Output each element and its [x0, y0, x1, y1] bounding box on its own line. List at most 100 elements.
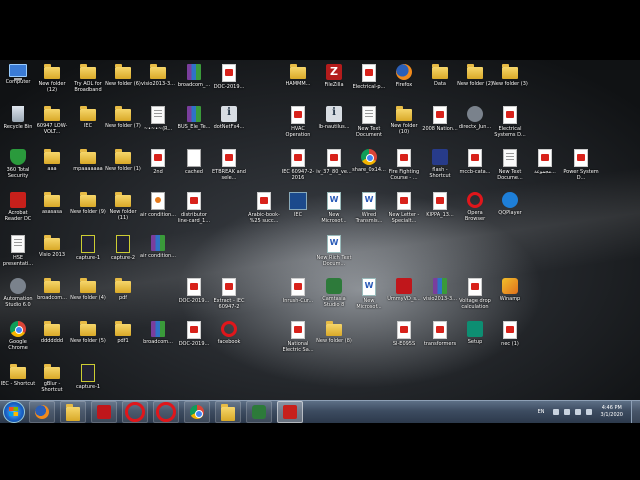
desktop-icon[interactable]: Setup — [457, 321, 493, 361]
desktop-icon[interactable]: Arabic-book-%25 succ... — [246, 192, 282, 232]
desktop-icon[interactable]: Inrush-Cur... — [280, 278, 316, 318]
desktop-icon[interactable]: FileZilla — [316, 64, 352, 104]
clock[interactable]: 4:46 PM 3/1/2020 — [601, 405, 623, 419]
desktop-icon[interactable]: flash - Shortcut — [422, 149, 458, 189]
taskbar-app-acrobat[interactable] — [277, 401, 303, 423]
desktop-icon[interactable]: HAMMM... — [280, 64, 316, 104]
desktop-icon[interactable]: facebook — [211, 321, 247, 361]
desktop-icon[interactable]: Camtasia Studio 8 — [316, 278, 352, 318]
desktop-icon[interactable]: New folder (9) — [70, 192, 106, 232]
desktop-icon[interactable]: New folder (4) — [70, 278, 106, 318]
desktop-icon[interactable]: DOC-2019... — [176, 278, 212, 318]
taskbar-app-folder-window[interactable] — [215, 401, 241, 423]
desktop-icon[interactable]: Computer — [0, 64, 36, 104]
desktop-icon[interactable]: asasasa — [34, 192, 70, 232]
desktop-icon[interactable]: QQPlayer — [492, 192, 528, 232]
desktop-icon[interactable]: visio2013-3... — [422, 278, 458, 318]
desktop-icon[interactable]: National Electric Sa... — [280, 321, 316, 361]
desktop-icon[interactable]: Google Chrome — [0, 321, 36, 361]
desktop-icon[interactable]: share_0x14... — [351, 149, 387, 189]
desktop-icon[interactable]: New Text Docume... — [492, 149, 528, 189]
desktop-icon[interactable]: dotNetFx4... — [211, 106, 247, 146]
desktop-icon[interactable]: cached — [176, 149, 212, 189]
desktop-icon[interactable]: broadcom... — [140, 321, 176, 361]
desktop-icon[interactable]: broadcom... — [34, 278, 70, 318]
desktop-icon[interactable]: pdf1 — [105, 321, 141, 361]
desktop-icon[interactable]: nec (1) — [492, 321, 528, 361]
desktop-icon[interactable]: Electrical Systems D... — [492, 106, 528, 146]
desktop-icon[interactable]: HVAC Operation — [280, 106, 316, 146]
desktop-icon[interactable]: Visio 2013 — [34, 235, 70, 275]
desktop-icon[interactable]: Opera Browser — [457, 192, 493, 232]
desktop-icon[interactable]: Extract - IEC 60947-2 — [211, 278, 247, 318]
desktop-icon[interactable]: DOC-2019... — [211, 64, 247, 104]
network-icon[interactable] — [563, 409, 570, 415]
desktop-icon[interactable]: gBlur - Shortcut — [34, 364, 70, 404]
desktop-icon[interactable]: iv_37_80_ve... — [316, 149, 352, 189]
desktop-icon[interactable]: Voltage drop calculation — [457, 278, 493, 318]
desktop-icon[interactable]: IEC — [280, 192, 316, 232]
desktop-icon[interactable]: مجموعة... — [527, 149, 563, 189]
desktop-icon[interactable]: mpaaaaaaa — [70, 149, 106, 189]
desktop-icon[interactable]: distributor line-card_1... — [176, 192, 212, 232]
desktop-icon[interactable]: Power System D... — [563, 149, 599, 189]
taskbar-app-spreadsheet[interactable] — [246, 401, 272, 423]
desktop-icon[interactable]: Acrobat Reader DC — [0, 192, 36, 232]
desktop-icon[interactable]: Try AOL for Broadband — [70, 64, 106, 104]
desktop-icon[interactable]: New Text Document — [351, 106, 387, 146]
desktop-icon[interactable]: New Microsof... — [316, 192, 352, 232]
desktop-icon[interactable]: ddddddd — [34, 321, 70, 361]
desktop-icon[interactable]: HSE presentati... — [0, 235, 36, 275]
desktop-icon[interactable]: transformers — [422, 321, 458, 361]
desktop-icon[interactable]: 2nd — [140, 149, 176, 189]
desktop-icon[interactable]: New folder (7) — [105, 106, 141, 146]
desktop-icon[interactable]: Wired Transmis... — [351, 192, 387, 232]
desktop-icon[interactable]: SI-E095S — [386, 321, 422, 361]
taskbar-app-opera-1[interactable] — [122, 401, 148, 423]
desktop-icon[interactable]: ~•~•~(R... — [140, 106, 176, 146]
desktop-icon[interactable]: KIPPA_13... — [422, 192, 458, 232]
desktop-icon[interactable]: New Rich Text Docum... — [316, 235, 352, 275]
desktop-icon[interactable]: Data — [422, 64, 458, 104]
flag-icon[interactable] — [585, 409, 592, 415]
desktop-icon[interactable]: aaa — [34, 149, 70, 189]
taskbar-app-opera-2[interactable] — [153, 401, 179, 423]
desktop-icon[interactable]: New Microsof... — [351, 278, 387, 318]
desktop-icon[interactable]: visio2013-3... — [140, 64, 176, 104]
desktop-icon[interactable]: New folder (6) — [105, 64, 141, 104]
desktop-icon[interactable]: Automation Studio 6.0 — [0, 278, 36, 318]
desktop-icon[interactable]: New folder (8) — [316, 321, 352, 361]
show-desktop-button[interactable] — [631, 401, 640, 423]
volume-icon[interactable] — [574, 409, 581, 415]
desktop-icon[interactable]: lb-nautilus... — [316, 106, 352, 146]
desktop-icon[interactable]: New folder (12) — [34, 64, 70, 104]
desktop-icon[interactable]: New folder (2) — [457, 64, 493, 104]
desktop-icon[interactable]: air condition... — [140, 235, 176, 275]
desktop-icon[interactable]: capture-2 — [105, 235, 141, 275]
taskbar-app-media-player[interactable] — [91, 401, 117, 423]
desktop-icon[interactable]: New Letter - Specialt... — [386, 192, 422, 232]
desktop-icon[interactable]: IEC - Shortcut — [0, 364, 36, 404]
desktop-icon[interactable]: broadcom_... — [176, 64, 212, 104]
desktop-icon[interactable]: capture-1 — [70, 364, 106, 404]
desktop-icon[interactable]: IEC — [70, 106, 106, 146]
taskbar-app-file-explorer[interactable] — [60, 401, 86, 423]
desktop-icon[interactable]: UmmyVD_s... — [386, 278, 422, 318]
desktop-icon[interactable]: New folder (3) — [492, 64, 528, 104]
desktop-icon[interactable]: 360 Total Security — [0, 149, 36, 189]
desktop-icon[interactable]: BUS_Ele_Te... — [176, 106, 212, 146]
desktop-icon[interactable]: New folder (11) — [105, 192, 141, 232]
desktop-icon[interactable]: pdf — [105, 278, 141, 318]
desktop-icon[interactable]: 60947 LOW-VOLT... — [34, 106, 70, 146]
desktop-icon[interactable]: directx_Jun... — [457, 106, 493, 146]
desktop-icon[interactable]: New folder (1) — [105, 149, 141, 189]
desktop-icon[interactable]: air condition... — [140, 192, 176, 232]
desktop-icon[interactable]: New folder (10) — [386, 106, 422, 146]
desktop-icon[interactable]: New folder (5) — [70, 321, 106, 361]
tray-up-arrow-icon[interactable] — [552, 409, 559, 415]
desktop-icon[interactable]: Firefox — [386, 64, 422, 104]
desktop-icon[interactable]: DOC-2019... — [176, 321, 212, 361]
desktop-icon[interactable]: mccb-cata... — [457, 149, 493, 189]
start-button[interactable] — [3, 401, 25, 423]
desktop-icon[interactable]: IEC 60947-2-2016 — [280, 149, 316, 189]
